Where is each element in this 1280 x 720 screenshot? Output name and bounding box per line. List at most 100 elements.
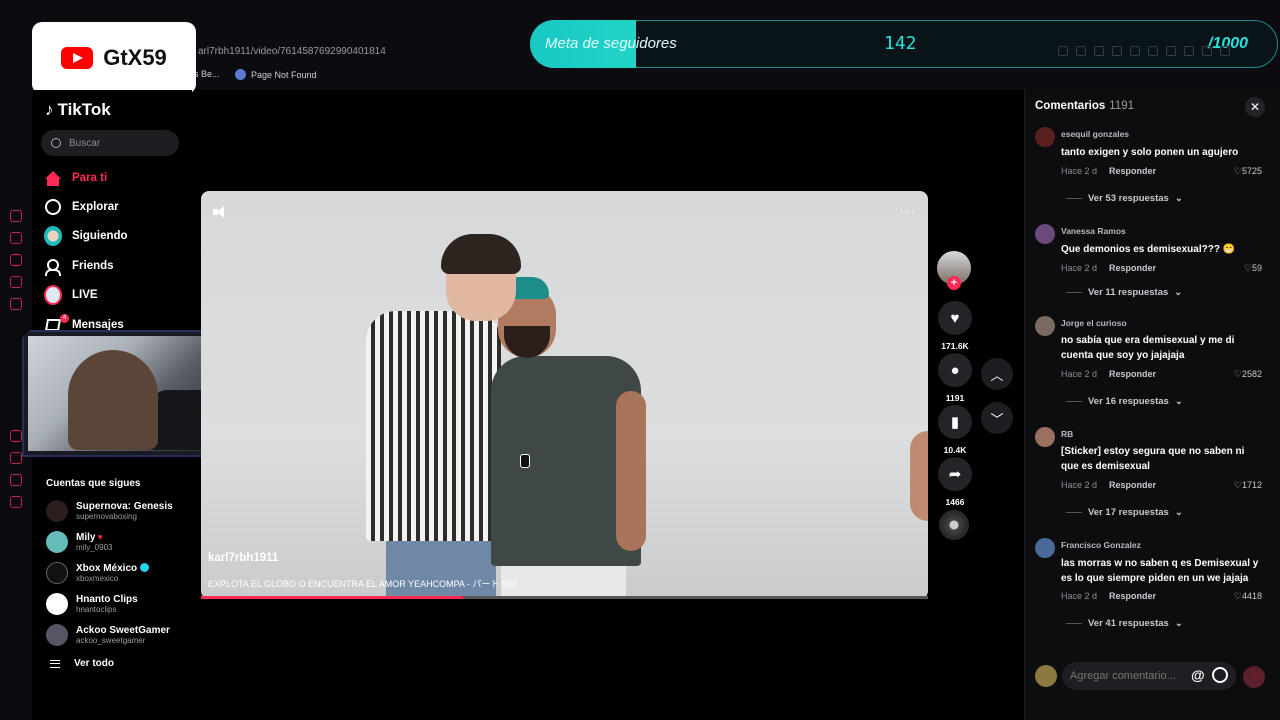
see-all-label: Ver todo <box>74 658 115 669</box>
video-figure <box>441 234 521 274</box>
share-action[interactable]: ➦ 1466 <box>936 457 974 507</box>
rail-icon[interactable] <box>10 210 22 222</box>
nav-following[interactable]: Siguiendo <box>44 226 128 246</box>
following-avatar-icon <box>44 226 62 246</box>
nav-for-you[interactable]: Para ti <box>44 169 107 187</box>
more-options-icon[interactable]: ··· <box>899 202 916 218</box>
friends-icon <box>44 257 62 276</box>
rail-icon[interactable] <box>10 254 22 266</box>
comment-like[interactable]: ♡59 <box>1210 263 1262 274</box>
extension-icon[interactable] <box>1130 46 1140 56</box>
comment-author[interactable]: esequil gonzales <box>1061 129 1129 139</box>
nav-explore[interactable]: Explorar <box>44 198 119 216</box>
extension-icon[interactable] <box>1220 46 1230 56</box>
extension-icon[interactable] <box>1166 46 1176 56</box>
music-disc-icon[interactable] <box>939 510 969 540</box>
reply-button[interactable]: Responder <box>1109 263 1156 273</box>
reply-button[interactable]: Responder <box>1109 591 1156 601</box>
following-account[interactable]: Hnanto Clips hnantoclips <box>46 593 138 615</box>
comment-avatar[interactable] <box>1035 224 1055 244</box>
bookmark-page-not-found[interactable]: Page Not Found <box>235 69 317 80</box>
following-account[interactable]: Mily ♥ mily_0903 <box>46 531 112 553</box>
rail-icon[interactable] <box>10 298 22 310</box>
mention-icon[interactable]: @ <box>1191 667 1205 683</box>
comment-meta: Hace 2 d Responder <box>1061 591 1156 601</box>
share-icon[interactable]: ➦ <box>938 457 972 491</box>
comment-action[interactable]: ● 1191 <box>936 353 974 403</box>
rail-icon[interactable] <box>10 496 22 508</box>
volume-icon[interactable] <box>213 206 229 218</box>
video-player[interactable] <box>201 191 928 599</box>
comment-meta: Hace 2 d Responder <box>1061 166 1156 176</box>
send-icon[interactable]: ↑ <box>1243 666 1265 688</box>
youtube-logo-icon <box>61 47 94 69</box>
nav-live[interactable]: LIVE <box>44 285 98 305</box>
comment-icon[interactable]: ● <box>938 353 972 387</box>
view-replies-button[interactable]: Ver 53 respuestas ⌄ <box>1066 193 1183 204</box>
comment-like[interactable]: ♡5725 <box>1210 166 1262 177</box>
comment-input[interactable] <box>1068 669 1188 683</box>
heart-icon[interactable]: ♥ <box>938 301 972 335</box>
comment-author[interactable]: Jorge el curioso <box>1061 318 1127 328</box>
rail-icon[interactable] <box>10 452 22 464</box>
comment-author[interactable]: Francisco Gonzalez <box>1061 540 1141 550</box>
chevron-up-icon[interactable]: ︿ <box>981 358 1013 390</box>
extension-icon[interactable] <box>1094 46 1104 56</box>
see-all-button[interactable]: Ver todo <box>50 658 114 669</box>
emoji-icon[interactable] <box>1212 667 1228 683</box>
logo-text: TikTok <box>57 100 111 119</box>
comment-like[interactable]: ♡2582 <box>1210 369 1262 380</box>
chevron-down-icon: ⌄ <box>1174 287 1183 298</box>
account-name: Hnanto Clips <box>76 594 138 605</box>
bookmark-2-label: Page Not Found <box>251 69 317 80</box>
close-icon[interactable]: ✕ <box>1245 97 1265 117</box>
comment-avatar[interactable] <box>1035 538 1055 558</box>
video-author[interactable]: karl7rbh1911 <box>208 552 278 564</box>
nav-label: LIVE <box>72 289 98 301</box>
comment-input-box[interactable] <box>1062 662 1236 690</box>
save-action[interactable]: ▮ 10.4K <box>936 405 974 455</box>
account-name: Ackoo SweetGamer <box>76 625 170 636</box>
reply-button[interactable]: Responder <box>1109 369 1156 379</box>
view-replies-button[interactable]: Ver 17 respuestas ⌄ <box>1066 507 1183 518</box>
comment-avatar[interactable] <box>1035 127 1055 147</box>
view-replies-button[interactable]: Ver 11 respuestas ⌄ <box>1066 287 1182 298</box>
extension-icon[interactable] <box>1076 46 1086 56</box>
channel-name: GtX59 <box>103 45 167 70</box>
following-account[interactable]: Ackoo SweetGamer ackoo_sweetgamer <box>46 624 170 646</box>
tiktok-logo[interactable]: ♪ TikTok <box>45 100 111 120</box>
comment-avatar[interactable] <box>1035 427 1055 447</box>
search-input[interactable]: Buscar <box>41 130 179 156</box>
extension-icon[interactable] <box>1058 46 1068 56</box>
extension-icon[interactable] <box>1202 46 1212 56</box>
comment-like[interactable]: ♡1712 <box>1210 480 1262 491</box>
bookmark-icon[interactable]: ▮ <box>938 405 972 439</box>
bookmark-1[interactable]: s Be... <box>194 69 220 79</box>
view-replies-button[interactable]: Ver 16 respuestas ⌄ <box>1066 396 1183 407</box>
following-account[interactable]: Xbox México xboxmexico <box>46 562 150 584</box>
comment-author[interactable]: Vanessa Ramos <box>1061 226 1126 236</box>
like-action[interactable]: ♥ 171.6K <box>936 301 974 351</box>
comment-like[interactable]: ♡4418 <box>1210 591 1262 602</box>
comment-text: tanto exigen y solo ponen un agujero <box>1061 147 1239 158</box>
rail-icon[interactable] <box>10 474 22 486</box>
extension-icon[interactable] <box>1148 46 1158 56</box>
nav-friends[interactable]: Friends <box>44 257 114 276</box>
extension-icon[interactable] <box>1184 46 1194 56</box>
avatar <box>46 624 68 646</box>
rail-icon[interactable] <box>10 232 22 244</box>
rail-icon[interactable] <box>10 430 22 442</box>
extension-icon[interactable] <box>1112 46 1122 56</box>
rail-icon[interactable] <box>10 276 22 288</box>
chevron-down-icon[interactable]: ﹀ <box>981 402 1013 434</box>
comment-author[interactable]: RB <box>1061 429 1073 439</box>
address-bar[interactable]: arl7rbh1911/video/7614587692990401814 <box>198 46 386 57</box>
heart-outline-icon: ♡ <box>1233 369 1242 379</box>
reply-button[interactable]: Responder <box>1109 480 1156 490</box>
reply-button[interactable]: Responder <box>1109 166 1156 176</box>
comment-avatar[interactable] <box>1035 316 1055 336</box>
share-count: 1466 <box>945 497 965 507</box>
view-replies-button[interactable]: Ver 41 respuestas ⌄ <box>1066 618 1183 629</box>
follow-plus-icon[interactable]: + <box>947 276 961 290</box>
following-account[interactable]: Supernova: Genesis supernovaboxing <box>46 500 173 522</box>
